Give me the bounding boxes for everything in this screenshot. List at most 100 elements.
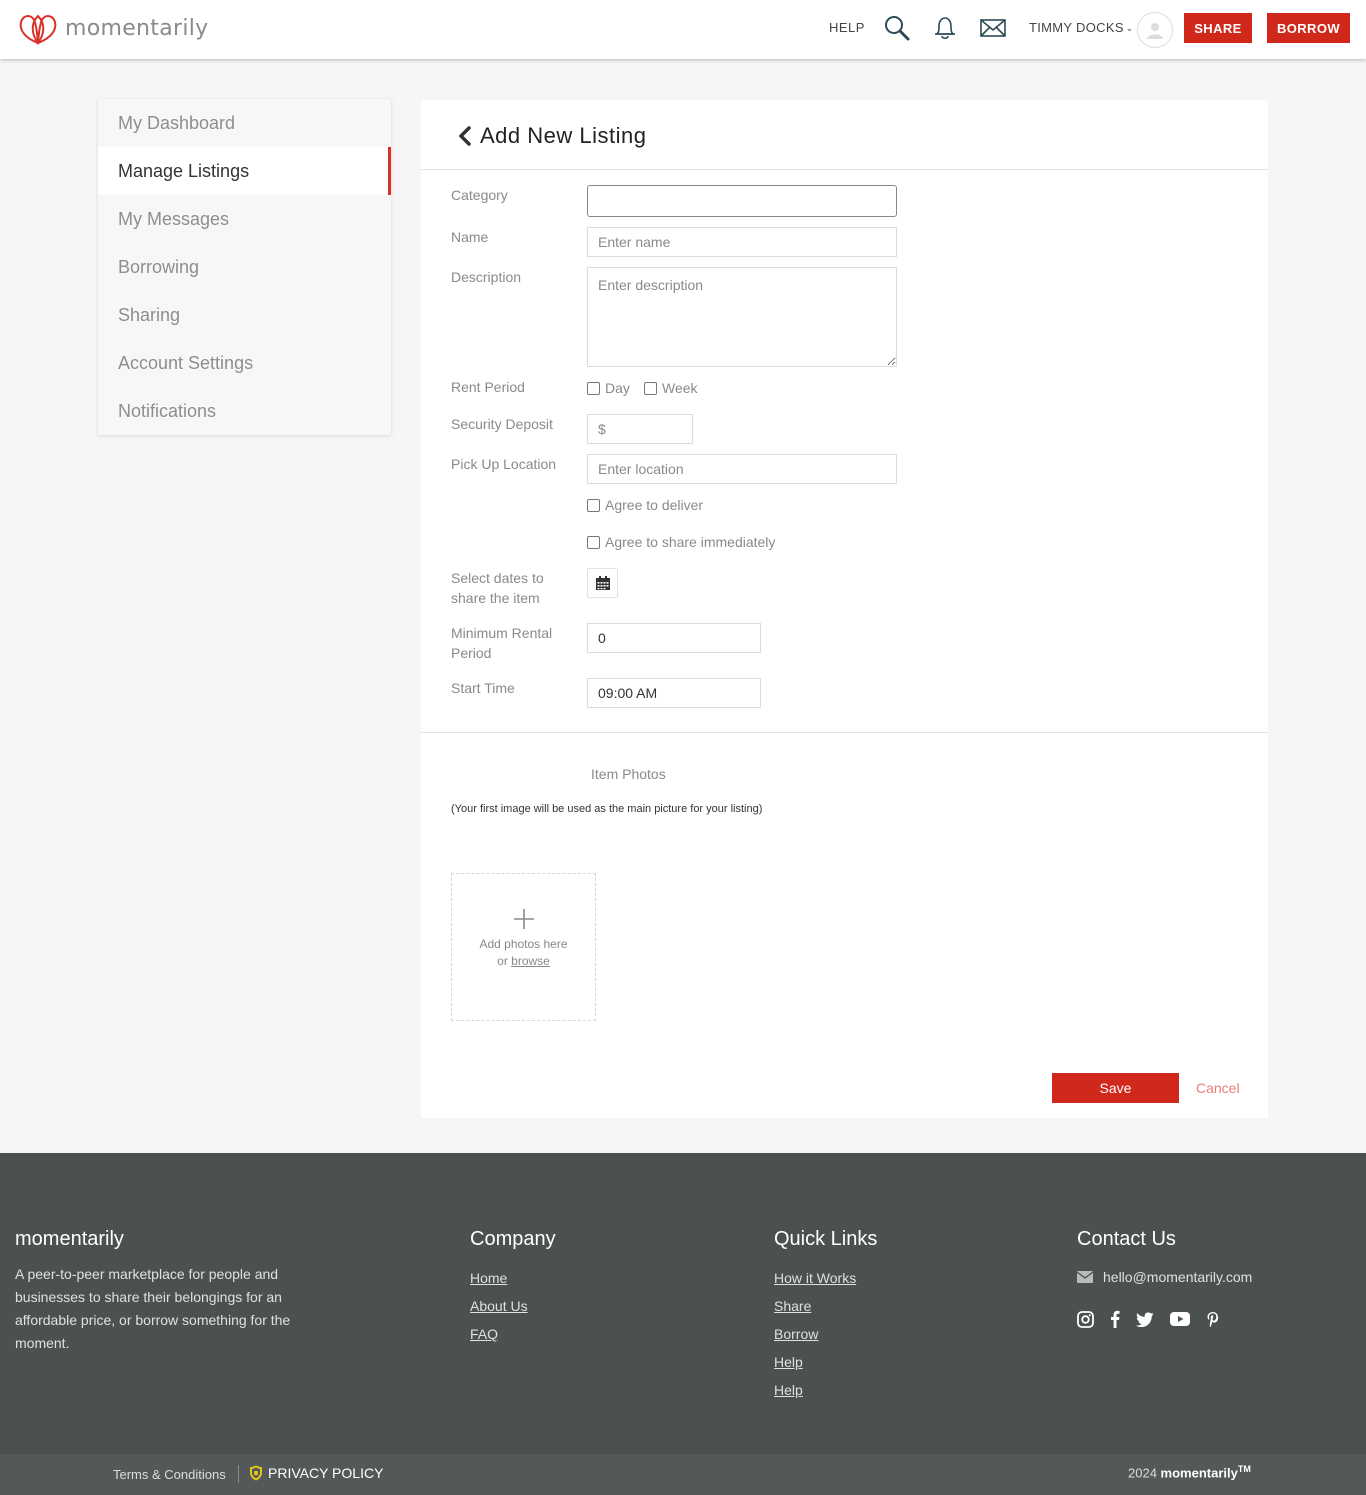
category-select[interactable] xyxy=(587,185,897,217)
sidebar-item-sharing[interactable]: Sharing xyxy=(98,291,391,339)
chevron-left-icon[interactable] xyxy=(458,126,472,146)
privacy-policy-link[interactable]: PRIVACY POLICY xyxy=(249,1465,383,1481)
sidebar-item-messages[interactable]: My Messages xyxy=(98,195,391,243)
instagram-icon[interactable] xyxy=(1077,1310,1094,1328)
name-label: Name xyxy=(451,229,489,245)
footer-link-home[interactable]: Home xyxy=(470,1269,528,1297)
search-icon[interactable] xyxy=(883,14,911,42)
min-rental-label-line2: Period xyxy=(451,645,492,661)
select-dates-label-line1: Select dates to xyxy=(451,570,544,586)
description-input[interactable] xyxy=(587,267,897,367)
item-photos-title: Item Photos xyxy=(591,766,666,782)
dropzone-text: Add photos here xyxy=(479,937,568,951)
pickup-location-input[interactable] xyxy=(587,454,897,484)
mail-icon[interactable] xyxy=(979,14,1007,42)
add-listing-card: Add New Listing Category Name Descriptio… xyxy=(421,100,1268,1118)
footer-link-about[interactable]: About Us xyxy=(470,1297,528,1325)
footer-link-how-it-works[interactable]: How it Works xyxy=(774,1269,856,1297)
title-divider xyxy=(421,169,1268,170)
rent-week-option[interactable]: Week xyxy=(644,380,698,396)
save-button[interactable]: Save xyxy=(1052,1073,1179,1103)
rent-period-label: Rent Period xyxy=(451,379,525,395)
footer-quick-title: Quick Links xyxy=(774,1228,878,1250)
pickup-location-label: Pick Up Location xyxy=(451,456,557,472)
page-title-row: Add New Listing xyxy=(458,123,646,149)
cancel-link[interactable]: Cancel xyxy=(1196,1080,1240,1096)
min-rental-label-line1: Minimum Rental xyxy=(451,625,553,641)
agree-share-checkbox[interactable] xyxy=(587,535,600,549)
rent-day-text: Day xyxy=(605,380,630,396)
photos-divider xyxy=(421,732,1268,733)
page-title: Add New Listing xyxy=(480,123,647,148)
start-time-input[interactable] xyxy=(587,678,761,708)
footer-brand: momentarily xyxy=(15,1228,124,1250)
terms-link[interactable]: Terms & Conditions xyxy=(113,1467,226,1482)
user-name: TIMMY DOCKS xyxy=(1029,20,1124,35)
user-avatar[interactable] xyxy=(1137,12,1173,48)
pinterest-icon[interactable] xyxy=(1206,1311,1220,1328)
sidebar-item-borrowing[interactable]: Borrowing xyxy=(98,243,391,291)
item-photos-note: (Your first image will be used as the ma… xyxy=(451,803,763,815)
footer-email: hello@momentarily.com xyxy=(1103,1269,1253,1285)
footer-separator xyxy=(238,1465,239,1483)
category-label: Category xyxy=(451,187,508,203)
select-dates-label: Select dates to share the item xyxy=(451,568,544,608)
social-icons xyxy=(1077,1310,1220,1328)
privacy-policy-text: PRIVACY POLICY xyxy=(268,1465,384,1481)
share-button[interactable]: SHARE xyxy=(1184,13,1252,43)
rent-day-checkbox[interactable] xyxy=(587,381,600,395)
footer-link-help-2[interactable]: Help xyxy=(774,1381,856,1409)
security-deposit-input[interactable] xyxy=(587,414,693,444)
plus-icon xyxy=(513,909,534,929)
footer-email-row[interactable]: hello@momentarily.com xyxy=(1077,1269,1252,1285)
footer-link-share[interactable]: Share xyxy=(774,1297,856,1325)
photo-dropzone[interactable]: Add photos here or browse xyxy=(451,873,596,1021)
dropzone-browse-row: or browse xyxy=(452,953,595,970)
description-label: Description xyxy=(451,269,522,285)
copyright-year: 2024 xyxy=(1128,1465,1157,1481)
chevron-down-icon: ⌄ xyxy=(1125,23,1134,33)
user-avatar-icon xyxy=(1147,23,1163,39)
twitter-icon[interactable] xyxy=(1136,1311,1154,1327)
logo-icon xyxy=(19,14,57,45)
calendar-button[interactable] xyxy=(587,568,618,598)
logo-text: momentarily xyxy=(65,15,209,41)
sidebar-item-account-settings[interactable]: Account Settings xyxy=(98,339,391,387)
copyright-brand: momentarily xyxy=(1160,1465,1238,1481)
rent-week-text: Week xyxy=(662,380,698,396)
browse-link[interactable]: browse xyxy=(511,954,550,968)
agree-deliver-checkbox[interactable] xyxy=(587,498,600,512)
min-rental-input[interactable] xyxy=(587,623,761,653)
security-deposit-label: Security Deposit xyxy=(451,416,553,432)
facebook-icon[interactable] xyxy=(1110,1310,1120,1328)
agree-deliver-option[interactable]: Agree to deliver xyxy=(587,497,703,513)
bell-icon[interactable] xyxy=(931,14,959,42)
sidebar-item-dashboard[interactable]: My Dashboard xyxy=(98,99,391,147)
agree-share-option[interactable]: Agree to share immediately xyxy=(587,534,775,550)
sidebar-item-manage-listings[interactable]: Manage Listings xyxy=(98,147,391,195)
dropzone-or: or xyxy=(497,954,508,968)
footer-company-title: Company xyxy=(470,1228,556,1250)
footer-link-faq[interactable]: FAQ xyxy=(470,1325,528,1353)
borrow-button[interactable]: BORROW xyxy=(1267,13,1350,43)
footer-contact-title: Contact Us xyxy=(1077,1228,1176,1250)
agree-deliver-text: Agree to deliver xyxy=(605,497,704,513)
youtube-icon[interactable] xyxy=(1170,1312,1190,1326)
rent-week-checkbox[interactable] xyxy=(644,381,657,395)
footer-description: A peer-to-peer marketplace for people an… xyxy=(15,1266,291,1351)
footer-bottom-bar: Terms & Conditions PRIVACY POLICY 2024 m… xyxy=(0,1454,1366,1495)
rent-day-option[interactable]: Day xyxy=(587,380,630,396)
help-link[interactable]: HELP xyxy=(829,20,865,35)
footer-link-borrow[interactable]: Borrow xyxy=(774,1325,856,1353)
footer-link-help[interactable]: Help xyxy=(774,1353,856,1381)
footer: momentarily A peer-to-peer marketplace f… xyxy=(0,1153,1366,1454)
name-input[interactable] xyxy=(587,227,897,257)
sidebar: My Dashboard Manage Listings My Messages… xyxy=(98,99,391,435)
user-menu[interactable]: TIMMY DOCKS ⌄ xyxy=(1029,20,1134,35)
logo[interactable]: momentarily xyxy=(15,10,209,46)
start-time-label: Start Time xyxy=(451,680,515,696)
copyright: 2024 momentarilyTM xyxy=(1128,1464,1251,1480)
calendar-icon xyxy=(595,576,610,590)
sidebar-item-notifications[interactable]: Notifications xyxy=(98,387,391,435)
footer-quick-links: How it Works Share Borrow Help Help xyxy=(774,1269,856,1409)
